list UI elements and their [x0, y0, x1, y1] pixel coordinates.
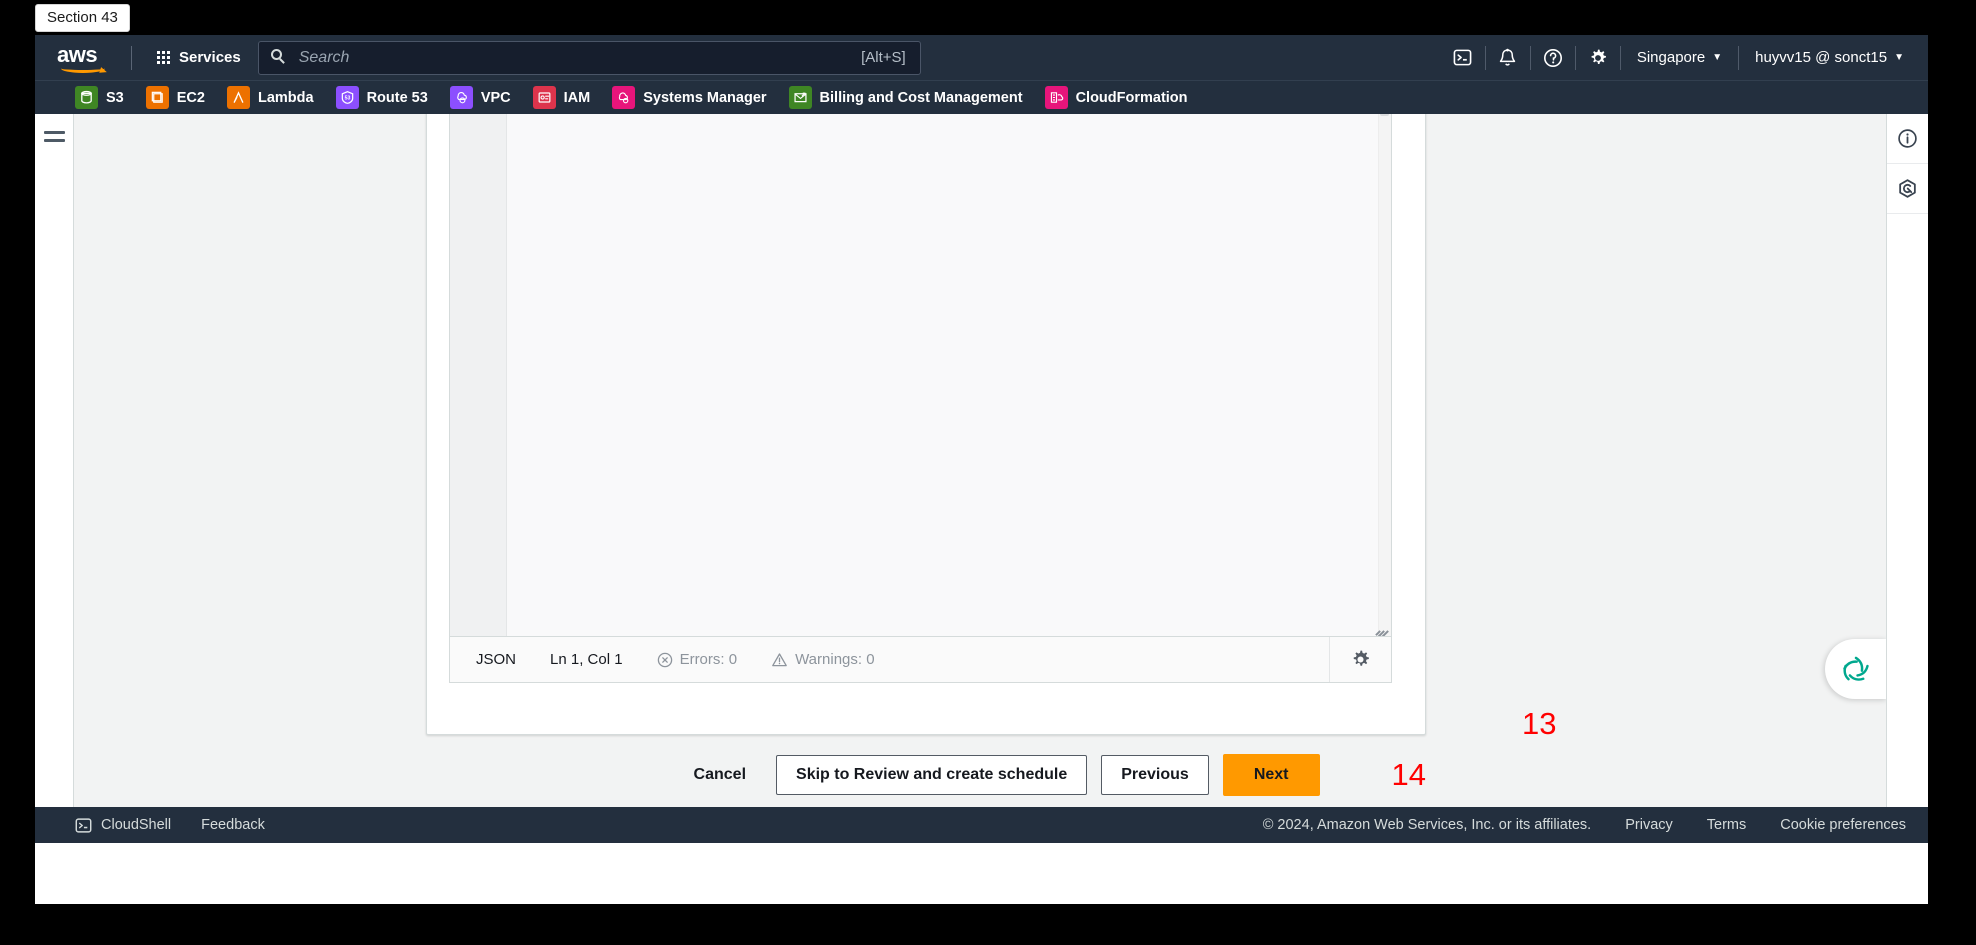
previous-button[interactable]: Previous — [1101, 755, 1209, 795]
editor-warnings-label: Warnings: 0 — [795, 651, 875, 668]
editor-surface[interactable] — [450, 114, 1391, 636]
aws-logo-smile — [61, 64, 105, 73]
json-editor[interactable]: JSON Ln 1, Col 1 Errors: 0 Warnings: 0 — [449, 114, 1392, 683]
left-navigation-rail — [35, 114, 74, 807]
favorite-label: EC2 — [176, 89, 205, 106]
chevron-down-icon: ▼ — [1894, 52, 1904, 63]
lambda-icon — [226, 86, 250, 109]
next-button[interactable]: Next — [1222, 754, 1320, 796]
top-navigation-bar: aws Services Search [Alt+S] Singapore ▼ … — [35, 35, 1928, 80]
amazon-q-icon[interactable] — [1825, 639, 1886, 699]
favorite-iam[interactable]: IAM — [532, 86, 591, 109]
search-input[interactable]: Search [Alt+S] — [257, 40, 921, 75]
nav-right-cluster: Singapore ▼ huyvv15 @ sonct15 ▼ — [1441, 35, 1928, 80]
grid-menu-icon — [157, 51, 170, 64]
chevron-down-icon: ▼ — [1712, 52, 1723, 63]
annotation-14: 14 — [1391, 757, 1426, 792]
error-circle-icon — [657, 652, 673, 668]
footer-feedback-link[interactable]: Feedback — [201, 817, 265, 833]
billing-icon — [788, 86, 812, 109]
favorite-label: S3 — [106, 89, 124, 106]
footer-copyright: © 2024, Amazon Web Services, Inc. or its… — [1262, 817, 1592, 833]
cloudshell-icon[interactable] — [1441, 35, 1485, 80]
favorite-label: Route 53 — [366, 89, 428, 106]
section-tab: Section 43 — [35, 4, 130, 32]
footer-left-links: CloudShell Feedback — [75, 817, 265, 834]
editor-warnings: Warnings: 0 — [771, 651, 875, 668]
iam-icon — [532, 86, 556, 109]
console-body: JSON Ln 1, Col 1 Errors: 0 Warnings: 0 1… — [35, 114, 1928, 807]
favorite-label: CloudFormation — [1075, 89, 1188, 106]
favorite-cloudformation[interactable]: CloudFormation — [1044, 86, 1188, 109]
aws-logo-text: aws — [57, 41, 98, 67]
editor-status-bar: JSON Ln 1, Col 1 Errors: 0 Warnings: 0 — [450, 636, 1391, 682]
favorite-lambda[interactable]: Lambda — [226, 86, 314, 109]
favorite-vpc[interactable]: VPC — [449, 86, 511, 109]
account-menu[interactable]: huyvv15 @ sonct15 ▼ — [1739, 35, 1920, 80]
favorite-systems-manager[interactable]: Systems Manager — [612, 86, 767, 109]
search-placeholder: Search — [298, 48, 350, 66]
cloudformation-icon — [1044, 86, 1068, 109]
favorite-label: Systems Manager — [643, 89, 767, 106]
warning-triangle-icon — [771, 652, 788, 668]
ec2-icon — [145, 86, 169, 109]
editor-errors-label: Errors: 0 — [679, 651, 738, 668]
search-icon — [270, 49, 288, 66]
services-menu-button[interactable]: Services — [148, 43, 250, 72]
footer-cloudshell-label: CloudShell — [101, 817, 172, 833]
footer-privacy-link[interactable]: Privacy — [1625, 817, 1673, 833]
editor-text-area[interactable] — [507, 114, 1391, 636]
info-panel-icon[interactable] — [1886, 114, 1928, 164]
cloudshell-icon — [75, 817, 92, 834]
favorite-label: Lambda — [257, 89, 314, 106]
favorite-label: IAM — [563, 89, 591, 106]
search-shortcut-hint: [Alt+S] — [861, 49, 906, 66]
editor-scrollbar-thumb[interactable] — [1380, 114, 1389, 116]
shortcut-hexagon-icon[interactable] — [1886, 164, 1928, 214]
svg-text:53: 53 — [344, 96, 350, 102]
nav-separator — [131, 45, 132, 70]
help-question-icon[interactable] — [1531, 35, 1575, 80]
hamburger-menu-icon[interactable] — [43, 127, 65, 807]
editor-scrollbar[interactable] — [1378, 114, 1391, 636]
route53-icon: 53 — [335, 86, 359, 109]
favorite-route53[interactable]: 53 Route 53 — [335, 86, 428, 109]
editor-cursor-position: Ln 1, Col 1 — [550, 651, 623, 668]
footer-right-links: © 2024, Amazon Web Services, Inc. or its… — [1263, 817, 1906, 833]
systems-manager-icon — [612, 86, 636, 109]
wizard-action-bar: Cancel Skip to Review and create schedul… — [426, 754, 1426, 796]
annotation-13: 13 — [1522, 706, 1557, 741]
favorites-bar: S3 EC2 Lambda 53 Route 53 VPC IAM System… — [35, 80, 1928, 114]
resize-grip-handle[interactable] — [1373, 618, 1389, 636]
editor-line-number-gutter — [450, 114, 507, 636]
favorite-label: Billing and Cost Management — [819, 89, 1023, 106]
skip-to-review-button[interactable]: Skip to Review and create schedule — [776, 755, 1088, 795]
aws-logo[interactable]: aws — [57, 41, 115, 73]
aws-console-page: aws Services Search [Alt+S] Singapore ▼ … — [35, 35, 1928, 904]
page-footer: CloudShell Feedback © 2024, Amazon Web S… — [35, 807, 1928, 843]
s3-icon — [75, 86, 98, 109]
favorite-billing[interactable]: Billing and Cost Management — [788, 86, 1023, 109]
region-label: Singapore — [1636, 49, 1706, 66]
services-label: Services — [179, 49, 241, 66]
editor-errors: Errors: 0 — [657, 651, 738, 668]
favorite-ec2[interactable]: EC2 — [145, 86, 205, 109]
notifications-bell-icon[interactable] — [1486, 35, 1530, 80]
account-label: huyvv15 @ sonct15 — [1755, 49, 1888, 66]
wizard-panel: JSON Ln 1, Col 1 Errors: 0 Warnings: 0 — [426, 114, 1426, 735]
favorite-label: VPC — [480, 89, 511, 106]
vpc-icon — [449, 86, 473, 109]
region-selector[interactable]: Singapore ▼ — [1621, 35, 1738, 80]
footer-terms-link[interactable]: Terms — [1707, 817, 1746, 833]
section-tab-label: Section 43 — [47, 9, 118, 26]
settings-gear-icon[interactable] — [1576, 35, 1620, 80]
editor-language: JSON — [476, 651, 517, 668]
right-tool-rail — [1886, 114, 1928, 807]
footer-cloudshell-button[interactable]: CloudShell — [75, 817, 171, 834]
favorite-s3[interactable]: S3 — [75, 86, 124, 109]
main-content-area: JSON Ln 1, Col 1 Errors: 0 Warnings: 0 1… — [74, 114, 1886, 807]
cancel-button[interactable]: Cancel — [694, 766, 746, 784]
editor-settings-gear-icon[interactable] — [1329, 637, 1391, 682]
footer-cookie-preferences-link[interactable]: Cookie preferences — [1780, 817, 1906, 833]
